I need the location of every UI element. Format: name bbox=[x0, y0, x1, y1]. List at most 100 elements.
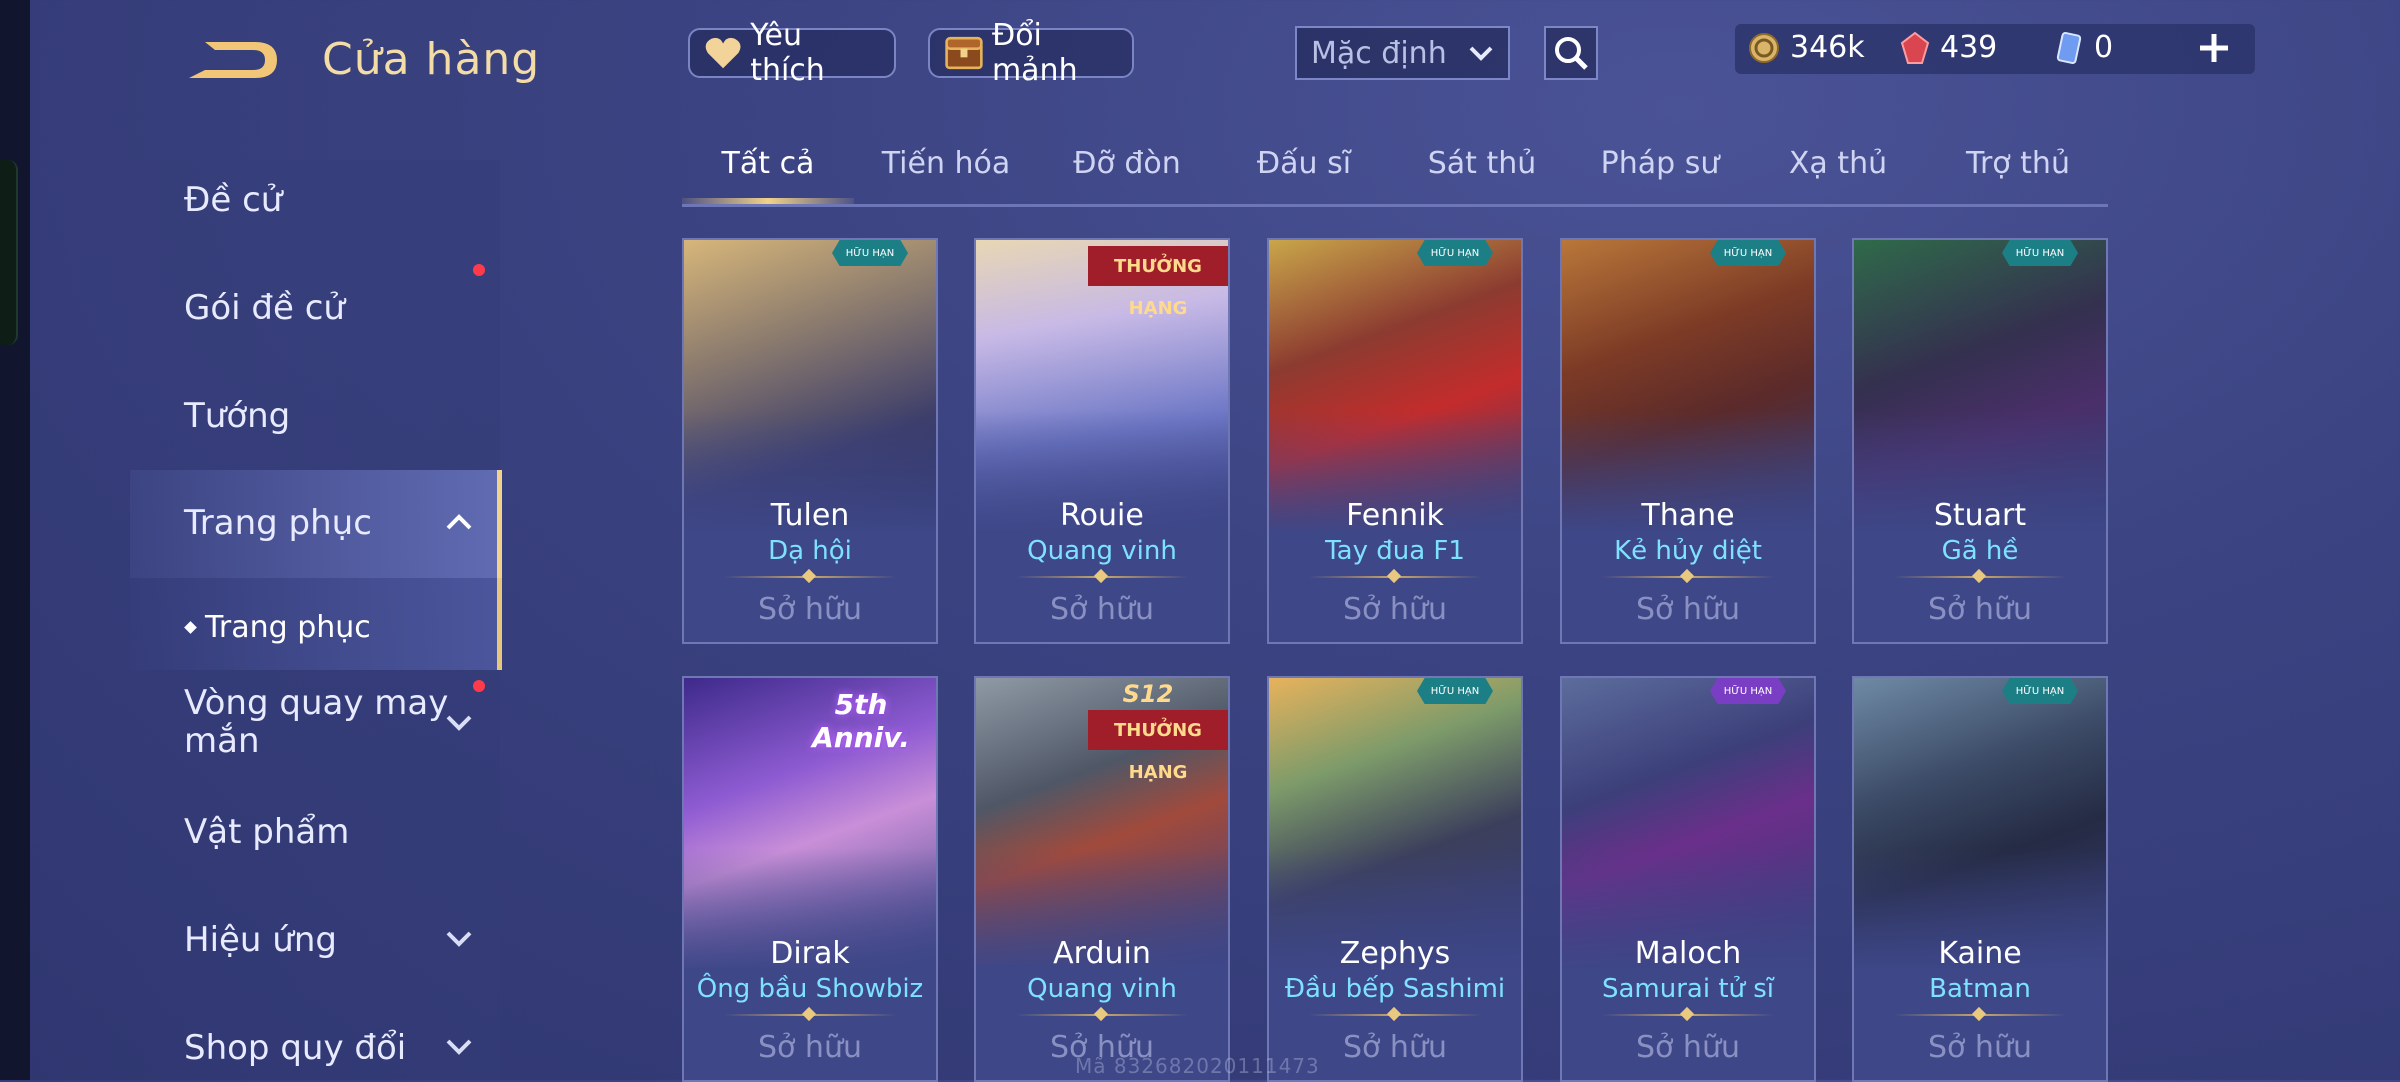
sidebar-item-lucky-spin[interactable]: Vòng quay may mắn bbox=[184, 684, 454, 760]
tab-mage[interactable]: Pháp sư bbox=[1601, 146, 1720, 181]
skin-card-maloch[interactable]: SHỮU HẠN Maloch Samurai tử sĩ Sở hữu bbox=[1560, 676, 1816, 1082]
divider-ornament bbox=[1971, 1006, 1987, 1022]
tab-all[interactable]: Tất cả bbox=[722, 146, 815, 181]
role-tabs: Tất cả Tiến hóa Đỡ đòn Đấu sĩ Sát thủ Ph… bbox=[682, 146, 2108, 207]
skin-card-tulen[interactable]: AHỮU HẠN Tulen Dạ hội Sở hữu bbox=[682, 238, 938, 644]
divider-ornament bbox=[1093, 1006, 1109, 1022]
limited-badge: AHỮU HẠN bbox=[1417, 240, 1493, 266]
ticket-balance: 0 bbox=[2054, 30, 2113, 65]
tab-fighter[interactable]: Đấu sĩ bbox=[1257, 146, 1351, 181]
hero-name: Fennik bbox=[1346, 498, 1444, 533]
skin-card-rouie[interactable]: THƯỞNG HẠNG Rouie Quang vinh Sở hữu bbox=[974, 238, 1230, 644]
owned-status: Sở hữu bbox=[1636, 592, 1740, 627]
skin-name: Samurai tử sĩ bbox=[1601, 974, 1775, 1004]
hero-name: Rouie bbox=[1060, 498, 1144, 533]
skin-name: Ông bầu Showbiz bbox=[696, 974, 924, 1004]
favorite-button[interactable]: Yêu thích bbox=[688, 18, 896, 88]
tab-evolution[interactable]: Tiến hóa bbox=[882, 146, 1011, 181]
plus-icon bbox=[2200, 34, 2228, 62]
anniversary-logo: 5th Anniv. bbox=[812, 688, 910, 754]
owned-status: Sở hữu bbox=[1343, 592, 1447, 627]
tab-tank[interactable]: Đỡ đòn bbox=[1073, 146, 1181, 181]
page-title: Cửa hàng bbox=[322, 34, 541, 85]
skin-name: Dạ hội bbox=[768, 536, 852, 566]
owned-status: Sở hữu bbox=[1928, 592, 2032, 627]
notification-dot bbox=[473, 680, 485, 692]
hero-name: Kaine bbox=[1938, 936, 2022, 971]
sidebar-item-heroes[interactable]: Tướng bbox=[184, 396, 290, 436]
sidebar-item-recommended-packs[interactable]: Gói đề cử bbox=[184, 288, 345, 328]
rank-reward-ribbon: THƯỞNG HẠNG bbox=[1088, 246, 1228, 319]
skin-card-kaine[interactable]: AHỮU HẠN Kaine Batman Sở hữu bbox=[1852, 676, 2108, 1082]
divider-ornament bbox=[1679, 1006, 1695, 1022]
back-button[interactable] bbox=[185, 32, 285, 87]
hero-name: Maloch bbox=[1634, 936, 1742, 971]
skin-card-stuart[interactable]: AHỮU HẠN Stuart Gã hề Sở hữu bbox=[1852, 238, 2108, 644]
gold-amount: 346k bbox=[1790, 30, 1865, 65]
divider-ornament bbox=[801, 568, 817, 584]
treasure-chest-icon bbox=[945, 36, 983, 70]
owned-status: Sở hữu bbox=[1050, 592, 1154, 627]
skin-card-arduin[interactable]: S12 THƯỞNG HẠNG Arduin Quang vinh Sở hữu bbox=[974, 676, 1230, 1082]
chevron-down-icon bbox=[446, 931, 472, 947]
hero-name: Zephys bbox=[1339, 936, 1451, 971]
skin-name: Gã hề bbox=[1941, 536, 2019, 566]
sidebar-subitem-skins[interactable]: Trang phục bbox=[184, 610, 371, 645]
skin-card-dirak[interactable]: 5th Anniv. Dirak Ông bầu Showbiz Sở hữu bbox=[682, 676, 938, 1082]
divider-ornament bbox=[1971, 568, 1987, 584]
edge-handle[interactable] bbox=[0, 160, 18, 345]
chevron-down-icon bbox=[1469, 46, 1493, 61]
limited-badge: AHỮU HẠN bbox=[1417, 678, 1493, 704]
sidebar-item-effects[interactable]: Hiệu ứng bbox=[184, 920, 337, 960]
limited-badge: AHỮU HẠN bbox=[2002, 240, 2078, 266]
heart-icon bbox=[705, 37, 741, 69]
tab-assassin[interactable]: Sát thủ bbox=[1428, 146, 1537, 181]
skin-card-fennik[interactable]: AHỮU HẠN Fennik Tay đua F1 Sở hữu bbox=[1267, 238, 1523, 644]
hero-name: Arduin bbox=[1053, 936, 1151, 971]
skin-name: Tay đua F1 bbox=[1325, 536, 1465, 566]
ticket-card-icon bbox=[2056, 31, 2082, 64]
sidebar-item-recommended[interactable]: Đề cử bbox=[184, 180, 282, 220]
chevron-down-icon bbox=[446, 1039, 472, 1055]
ticket-amount: 0 bbox=[2094, 30, 2114, 65]
sort-value: Mặc định bbox=[1311, 35, 1447, 71]
owned-status: Sở hữu bbox=[1636, 1030, 1740, 1065]
back-arrow-icon bbox=[189, 42, 277, 78]
gold-coin-icon bbox=[1749, 32, 1779, 63]
voucher-amount: 439 bbox=[1940, 30, 1998, 65]
skin-name: Quang vinh bbox=[1027, 974, 1177, 1004]
sidebar-item-skins[interactable]: Trang phục bbox=[184, 503, 372, 543]
skin-card-zephys[interactable]: AHỮU HẠN Zephys Đầu bếp Sashimi Sở hữu bbox=[1267, 676, 1523, 1082]
account-watermark: Mã 832682020111473 bbox=[1075, 1054, 1320, 1078]
tab-support[interactable]: Trợ thủ bbox=[1966, 146, 2070, 181]
limited-badge-s: SHỮU HẠN bbox=[1710, 678, 1786, 704]
skin-name: Đầu bếp Sashimi bbox=[1284, 974, 1506, 1004]
active-tab-indicator bbox=[682, 198, 854, 204]
sort-dropdown[interactable]: Mặc định bbox=[1295, 26, 1510, 80]
owned-status: Sở hữu bbox=[758, 592, 862, 627]
shard-label: Đổi mảnh bbox=[991, 18, 1078, 88]
gold-balance: 346k bbox=[1748, 30, 1865, 65]
season-logo: S12 bbox=[1122, 680, 1174, 708]
shard-exchange-button[interactable]: Đổi mảnh bbox=[928, 18, 1134, 88]
limited-badge: AHỮU HẠN bbox=[2002, 678, 2078, 704]
sidebar-item-exchange-shop[interactable]: Shop quy đổi bbox=[184, 1028, 406, 1068]
add-currency-button[interactable] bbox=[2192, 26, 2236, 70]
divider-ornament bbox=[1679, 568, 1695, 584]
tab-marksman[interactable]: Xạ thủ bbox=[1789, 146, 1887, 181]
sidebar-item-items[interactable]: Vật phẩm bbox=[184, 812, 349, 852]
divider-ornament bbox=[1386, 1006, 1402, 1022]
chevron-down-icon bbox=[446, 715, 472, 731]
search-icon bbox=[1555, 37, 1588, 70]
sidebar-subitem-label: Trang phục bbox=[205, 610, 371, 645]
voucher-balance: 439 bbox=[1900, 30, 1997, 65]
skin-name: Batman bbox=[1929, 974, 2031, 1004]
hero-name: Stuart bbox=[1933, 498, 2027, 533]
skin-name: Quang vinh bbox=[1027, 536, 1177, 566]
rank-reward-ribbon: THƯỞNG HẠNG bbox=[1088, 710, 1228, 783]
search-button[interactable] bbox=[1544, 26, 1598, 80]
hero-name: Tulen bbox=[770, 498, 850, 533]
favorite-label: Yêu thích bbox=[750, 18, 825, 88]
skin-card-thane[interactable]: AHỮU HẠN Thane Kẻ hủy diệt Sở hữu bbox=[1560, 238, 1816, 644]
bullet-icon bbox=[184, 621, 197, 634]
